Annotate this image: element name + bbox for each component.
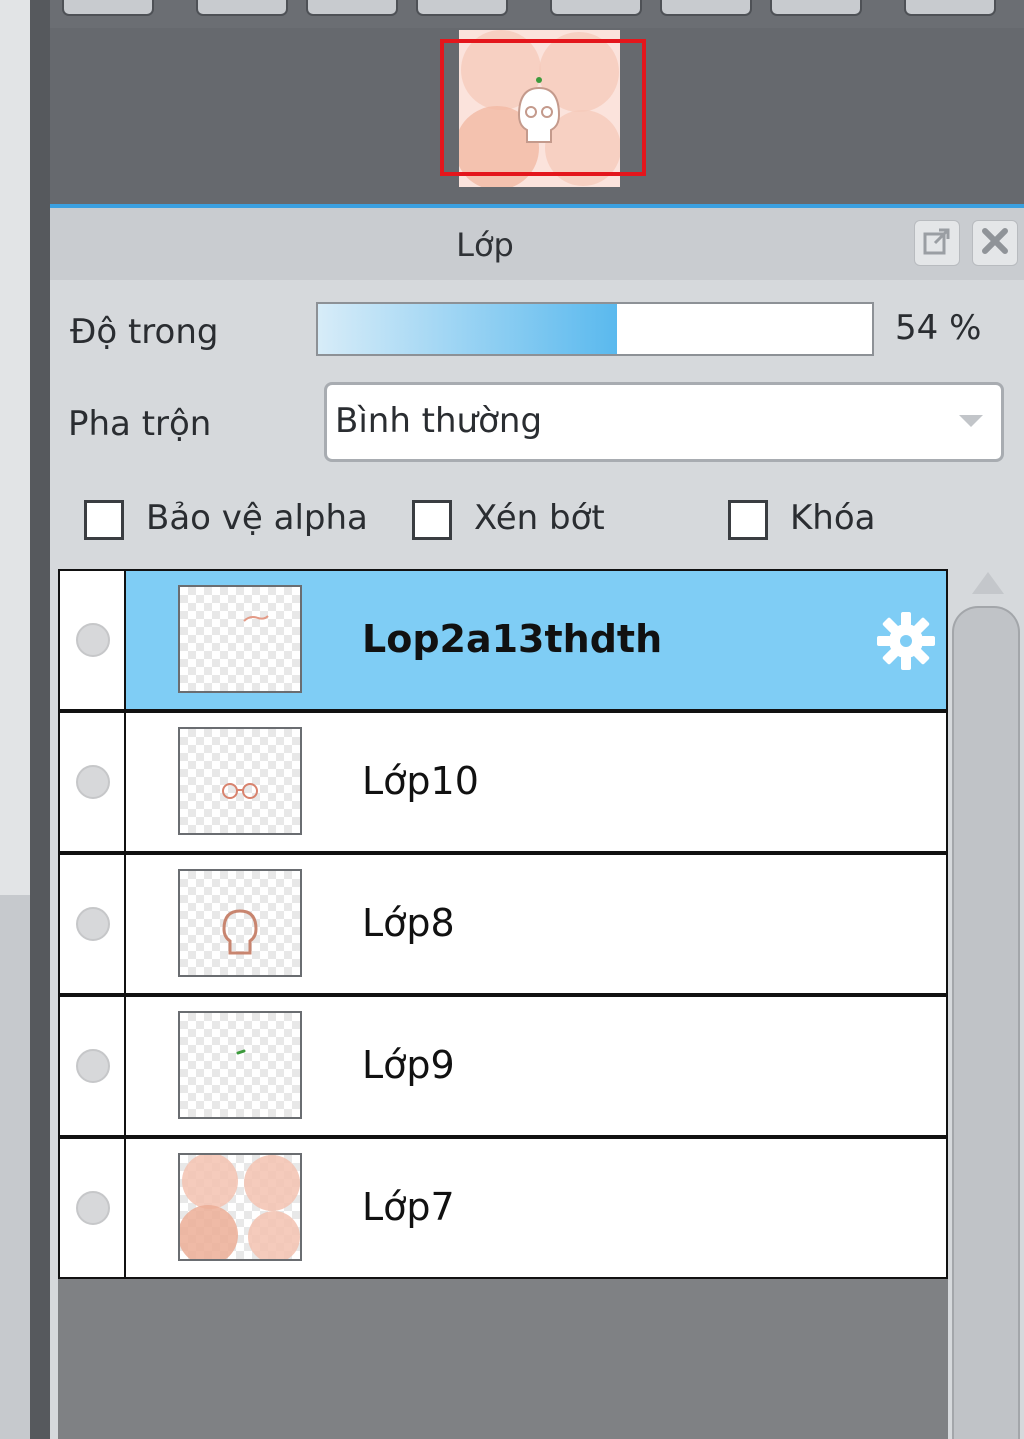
layer-name-cell[interactable]: Lớp10 xyxy=(126,713,946,851)
visibility-icon xyxy=(76,1049,110,1083)
chevron-down-icon xyxy=(959,415,983,427)
popout-icon xyxy=(922,226,952,260)
toolbar-button-1[interactable] xyxy=(62,0,154,16)
layer-row[interactable]: Lớp8 xyxy=(58,853,948,995)
close-icon xyxy=(980,226,1010,260)
scroll-up-arrow-icon[interactable] xyxy=(972,572,1004,594)
visibility-icon xyxy=(76,765,110,799)
lock-label: Khóa xyxy=(790,498,876,538)
detach-button[interactable] xyxy=(914,220,960,266)
opacity-label: Độ trong xyxy=(70,312,219,352)
toolbar-button-2[interactable] xyxy=(196,0,288,16)
blend-mode-select[interactable]: Bình thường xyxy=(324,382,1004,462)
layer-panel: Lớp Độ trong 54 % Pha trộn Bình thường B… xyxy=(50,208,1024,1439)
visibility-icon xyxy=(76,907,110,941)
layer-name: Lớp9 xyxy=(362,1043,455,1087)
toolbar-button-5[interactable] xyxy=(550,0,642,16)
layer-row[interactable]: Lop2a13thdth xyxy=(58,569,948,711)
visibility-toggle[interactable] xyxy=(60,713,126,851)
opacity-slider-fill xyxy=(318,304,618,354)
left-panel-strip xyxy=(0,0,30,1439)
toolbar-button-3[interactable] xyxy=(306,0,398,16)
layer-thumbnail xyxy=(178,869,302,977)
layer-name: Lop2a13thdth xyxy=(362,617,663,661)
layer-row[interactable]: Lớp9 xyxy=(58,995,948,1137)
visibility-toggle[interactable] xyxy=(60,855,126,993)
visibility-toggle[interactable] xyxy=(60,571,126,709)
close-button[interactable] xyxy=(972,220,1018,266)
panel-title: Lớp xyxy=(456,226,514,264)
left-panel-lower xyxy=(0,895,30,1439)
layer-list: Lop2a13thdth Lớp10 Lớp8 Lớp9 Lớp7 xyxy=(58,569,948,1439)
layer-name-cell[interactable]: Lop2a13thdth xyxy=(126,571,946,709)
lock-checkbox[interactable] xyxy=(728,500,768,540)
layer-thumbnail xyxy=(178,585,302,693)
layer-name-cell[interactable]: Lớp7 xyxy=(126,1139,946,1277)
toolbar-button-6[interactable] xyxy=(660,0,752,16)
navigator-toolbar xyxy=(50,0,1024,28)
layer-list-scrollbar[interactable] xyxy=(952,606,1020,1439)
toolbar-button-7[interactable] xyxy=(770,0,862,16)
toolbar-button-4[interactable] xyxy=(416,0,508,16)
clipping-label: Xén bớt xyxy=(474,498,605,538)
blend-mode-value: Bình thường xyxy=(335,401,543,441)
layer-name: Lớp8 xyxy=(362,901,455,945)
blend-label: Pha trộn xyxy=(68,404,212,444)
visibility-icon xyxy=(76,1191,110,1225)
panel-header: Lớp xyxy=(50,208,1024,280)
layer-thumbnail xyxy=(178,1153,302,1261)
opacity-value: 54 % xyxy=(895,308,982,348)
toolbar-button-8[interactable] xyxy=(904,0,996,16)
layer-name: Lớp10 xyxy=(362,759,479,803)
layer-thumbnail xyxy=(178,727,302,835)
layer-name: Lớp7 xyxy=(362,1185,455,1229)
visibility-toggle[interactable] xyxy=(60,1139,126,1277)
navigator-preview xyxy=(50,28,1024,204)
layer-row[interactable]: Lớp10 xyxy=(58,711,948,853)
visibility-toggle[interactable] xyxy=(60,997,126,1135)
protect-alpha-label: Bảo vệ alpha xyxy=(146,498,368,538)
navigator-view-frame[interactable] xyxy=(440,39,646,176)
gear-icon[interactable] xyxy=(874,609,938,677)
protect-alpha-checkbox[interactable] xyxy=(84,500,124,540)
clipping-checkbox[interactable] xyxy=(412,500,452,540)
layer-thumbnail xyxy=(178,1011,302,1119)
left-rail xyxy=(30,0,50,1439)
layer-row[interactable]: Lớp7 xyxy=(58,1137,948,1279)
layer-name-cell[interactable]: Lớp9 xyxy=(126,997,946,1135)
opacity-slider[interactable] xyxy=(316,302,874,356)
visibility-icon xyxy=(76,623,110,657)
layer-name-cell[interactable]: Lớp8 xyxy=(126,855,946,993)
